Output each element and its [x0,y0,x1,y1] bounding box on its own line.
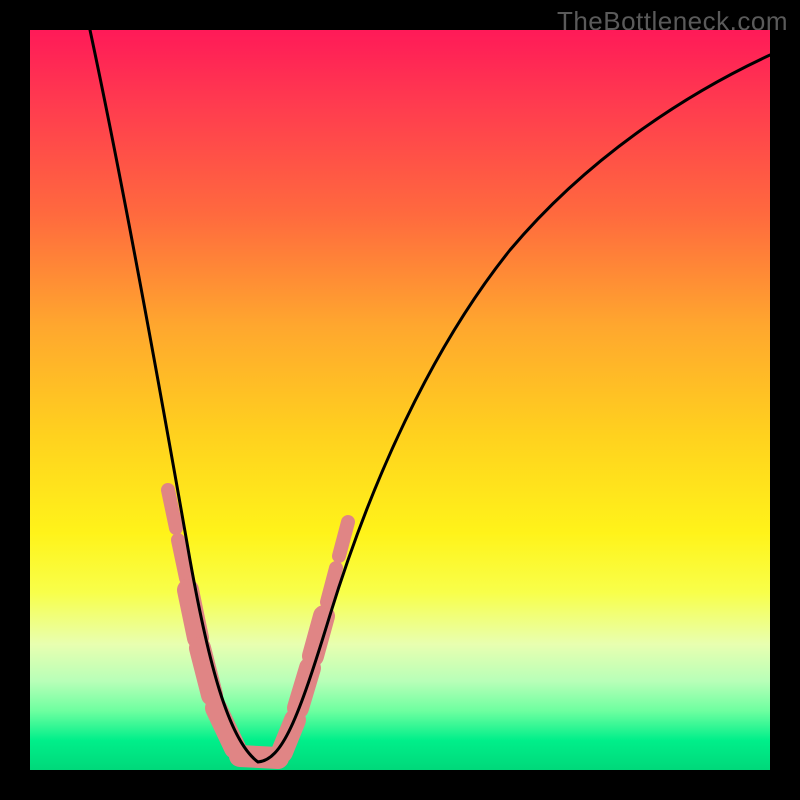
chart-frame [30,30,770,770]
highlight-seg-2 [178,540,186,578]
highlight-seg-11 [339,522,348,556]
highlight-seg-1 [168,490,176,528]
highlight-group [168,490,348,758]
chart-overlay-svg [30,30,770,770]
